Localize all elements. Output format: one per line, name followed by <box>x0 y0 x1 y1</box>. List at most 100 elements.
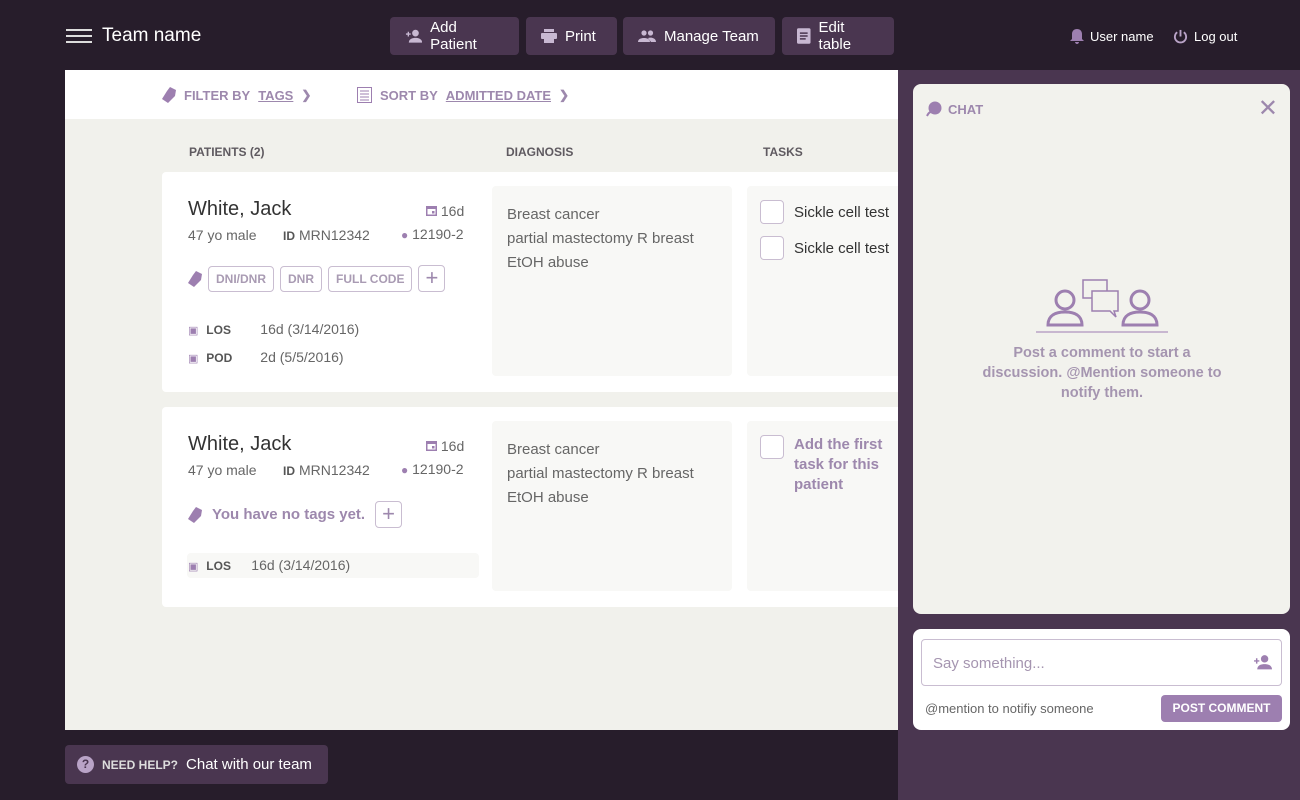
tag-dni-dnr[interactable]: DNI/DNR <box>208 265 274 292</box>
bell-icon <box>1070 29 1084 44</box>
task-label: Sickle cell test <box>794 203 890 221</box>
close-icon[interactable]: ✕ <box>1258 94 1278 123</box>
add-tag-button[interactable]: + <box>418 265 446 292</box>
printer-icon <box>541 29 557 43</box>
task-label: Sickle cell test <box>794 239 890 257</box>
task-checkbox[interactable] <box>760 236 784 260</box>
pod-label: POD <box>206 351 233 365</box>
user-menu[interactable]: User name <box>1070 29 1154 44</box>
location-pin-icon: ● <box>401 463 409 477</box>
los-label: LOS <box>206 559 231 573</box>
days-value: 16d <box>440 438 465 454</box>
chat-bubble-icon <box>926 101 942 117</box>
diagnosis-cell[interactable]: Breast cancer partial mastectomy R breas… <box>492 186 732 376</box>
patient-name[interactable]: White, Jack <box>188 433 291 456</box>
edit-table-label: Edit table <box>818 19 852 53</box>
patient-id: ID MRN12342 <box>283 227 370 243</box>
diagnosis-item: partial mastectomy R breast <box>507 465 694 482</box>
chevron-down-icon: ❯ <box>301 88 312 102</box>
location-value: 12190-2 <box>412 461 464 477</box>
tag-full-code[interactable]: FULL CODE <box>328 265 413 292</box>
chat-messages: CHAT ✕ Post a comment to start a discuss… <box>913 84 1290 614</box>
age-sex: 47 yo male <box>188 227 257 243</box>
mention-hint: @mention to notifiy someone <box>925 701 1094 716</box>
mention-person-icon[interactable] <box>1253 654 1272 670</box>
calendar-icon: ▣ <box>188 561 199 573</box>
column-header-patients[interactable]: PATIENTS (2) <box>189 145 265 159</box>
patient-name[interactable]: White, Jack <box>188 198 291 221</box>
tags-row: DNI/DNR DNR FULL CODE + <box>188 265 446 292</box>
tag-icon <box>162 87 176 103</box>
tag-icon <box>188 506 202 523</box>
patient-card[interactable]: White, Jack 16d 47 yo male ID MRN12342 ● … <box>162 172 1047 392</box>
help-icon: ? <box>77 756 94 773</box>
filter-value: TAGS <box>258 87 294 103</box>
location-pin-icon: ● <box>401 228 409 242</box>
column-header-tasks[interactable]: TASKS <box>763 145 803 159</box>
calendar-icon: ▣ <box>188 325 199 337</box>
task-checkbox[interactable] <box>760 200 784 224</box>
id-value: MRN12342 <box>299 227 370 243</box>
discussion-illustration-icon <box>1036 279 1168 333</box>
manage-team-button[interactable]: Manage Team <box>623 17 775 55</box>
top-bar: Team name Add Patient Print Manage Team … <box>0 0 1300 70</box>
tag-dnr[interactable]: DNR <box>280 265 322 292</box>
pod-value: 2d (5/5/2016) <box>260 349 344 365</box>
id-label: ID <box>283 464 295 478</box>
filter-by-tags-dropdown[interactable]: FILTER BY TAGS ❯ <box>162 87 311 103</box>
tags-row: You have no tags yet. + <box>188 501 403 528</box>
chat-title: CHAT <box>948 101 984 117</box>
print-button[interactable]: Print <box>526 17 617 55</box>
diagnosis-item: EtOH abuse <box>507 489 589 506</box>
add-tag-button[interactable]: + <box>375 501 403 528</box>
add-patient-button[interactable]: Add Patient <box>390 17 519 55</box>
sort-prefix: SORT BY <box>380 87 438 103</box>
diagnosis-item: Breast cancer <box>507 441 600 458</box>
user-name: User name <box>1090 29 1154 44</box>
calendar-icon <box>426 206 437 216</box>
menu-icon[interactable] <box>66 29 92 43</box>
help-link[interactable]: Chat with our team <box>186 756 312 773</box>
team-name: Team name <box>102 25 202 46</box>
logout-label: Log out <box>1194 29 1238 44</box>
help-chat-button[interactable]: ? NEED HELP? Chat with our team <box>65 745 328 784</box>
power-icon <box>1173 29 1188 44</box>
admitted-days: 16d <box>426 438 464 454</box>
calendar-icon: ▣ <box>188 353 199 365</box>
chat-empty-message: Post a comment to start a discussion. @M… <box>982 345 1222 401</box>
print-label: Print <box>565 27 596 45</box>
los-label: LOS <box>206 323 231 337</box>
diagnosis-cell[interactable]: Breast cancer partial mastectomy R breas… <box>492 421 732 591</box>
age-sex: 47 yo male <box>188 462 257 478</box>
calendar-icon <box>426 441 437 451</box>
chat-input-card: Say something... @mention to notifiy som… <box>913 629 1290 730</box>
diagnosis-item: Breast cancer <box>507 206 600 223</box>
id-label: ID <box>283 229 295 243</box>
location-value: 12190-2 <box>412 226 464 242</box>
chat-header: CHAT <box>926 101 983 117</box>
add-task-placeholder[interactable]: Add the first task for this patient <box>794 435 914 495</box>
chat-panel: CHAT ✕ Post a comment to start a discuss… <box>898 70 1300 800</box>
edit-table-button[interactable]: Edit table <box>782 17 894 55</box>
los-row: ▣ LOS 16d (3/14/2016) <box>188 321 359 337</box>
list-icon <box>357 87 372 103</box>
add-person-icon <box>405 29 423 43</box>
sort-value: ADMITTED DATE <box>445 87 551 103</box>
los-value: 16d (3/14/2016) <box>251 557 351 573</box>
help-label: NEED HELP? <box>102 757 179 772</box>
post-comment-button[interactable]: POST COMMENT <box>1161 695 1282 722</box>
filter-prefix: FILTER BY <box>184 87 251 103</box>
diagnosis-item: partial mastectomy R breast <box>507 230 694 247</box>
admitted-days: 16d <box>426 203 464 219</box>
sort-by-dropdown[interactable]: SORT BY ADMITTED DATE ❯ <box>357 87 569 103</box>
los-value: 16d (3/14/2016) <box>260 321 360 337</box>
los-row: ▣ LOS 16d (3/14/2016) <box>187 553 479 578</box>
task-checkbox[interactable] <box>760 435 784 459</box>
chat-input-placeholder: Say something... <box>933 655 1045 672</box>
id-value: MRN12342 <box>299 462 370 478</box>
patient-card[interactable]: White, Jack 16d 47 yo male ID MRN12342 ● … <box>162 407 1047 607</box>
column-header-diagnosis[interactable]: DIAGNOSIS <box>506 145 573 159</box>
logout-button[interactable]: Log out <box>1173 29 1237 44</box>
add-patient-label: Add Patient <box>430 19 477 53</box>
chat-input[interactable]: Say something... <box>921 639 1282 686</box>
